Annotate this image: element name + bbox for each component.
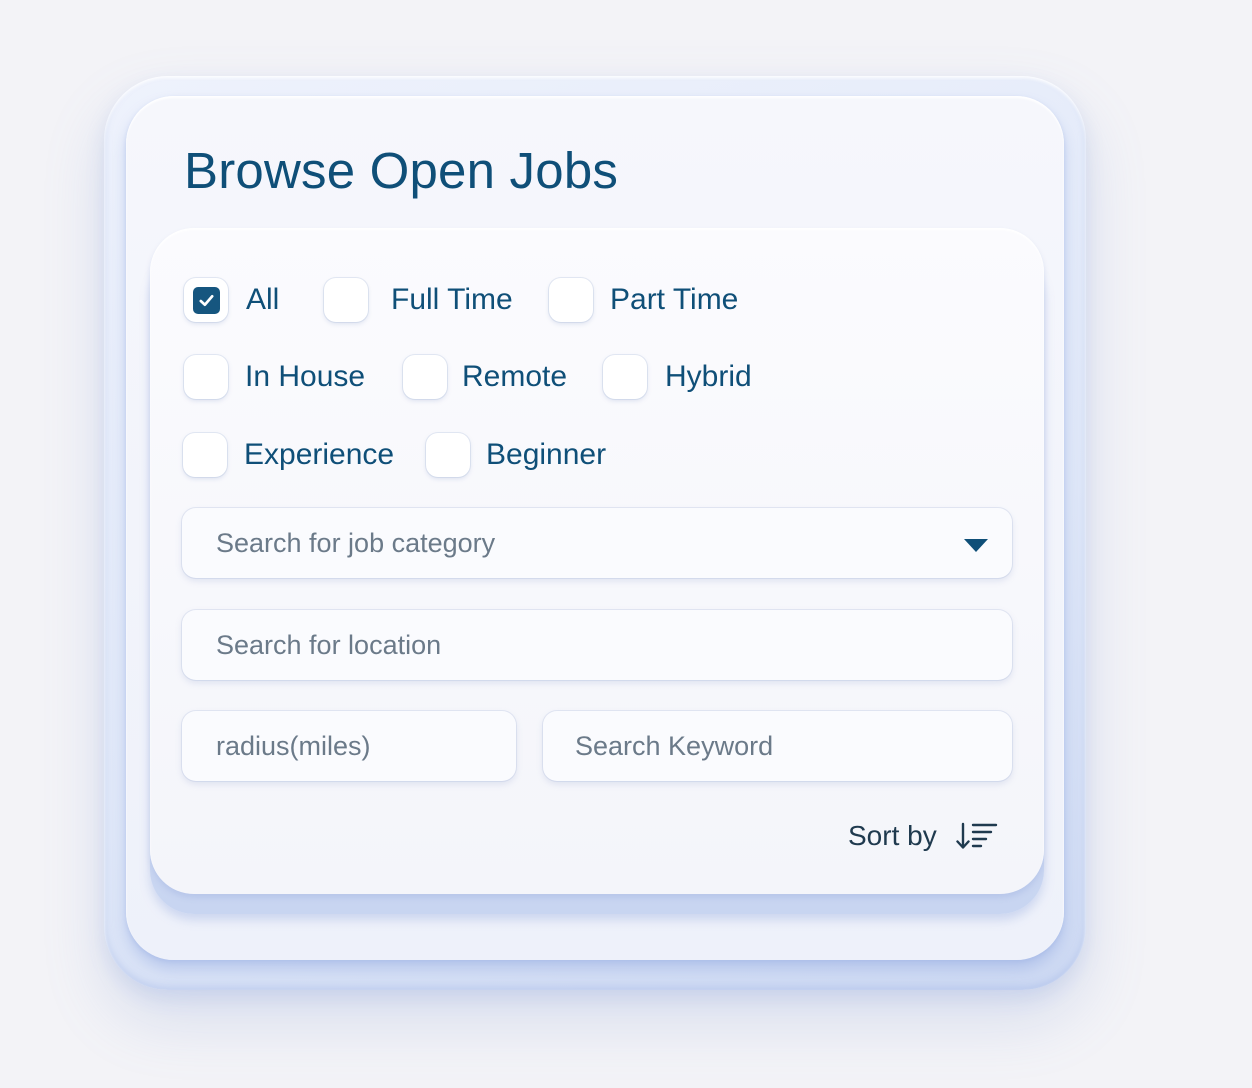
checkbox-hybrid[interactable] (603, 355, 647, 399)
radius-placeholder: radius(miles) (216, 731, 371, 761)
filter-label-part-time: Part Time (610, 283, 739, 316)
sort-by-label: Sort by (848, 820, 937, 851)
checkbox-checked-indicator (192, 286, 220, 314)
sort-by-button[interactable]: Sort by (848, 814, 1008, 858)
filter-option-part-time[interactable]: Part Time (549, 278, 749, 326)
filter-label-full-time: Full Time (391, 283, 513, 316)
filter-option-experience[interactable]: Experience (183, 433, 403, 481)
page-title: Browse Open Jobs (184, 142, 619, 199)
filter-option-hybrid[interactable]: Hybrid (603, 355, 763, 403)
location-input[interactable]: Search for location (182, 610, 1012, 680)
job-category-dropdown[interactable]: Search for job category (182, 508, 1012, 578)
checkbox-part-time[interactable] (549, 278, 593, 322)
checkmark-icon (198, 294, 214, 306)
filter-label-hybrid: Hybrid (665, 360, 752, 393)
filter-label-all: All (246, 283, 280, 316)
filter-option-full-time[interactable]: Full Time (324, 278, 524, 326)
location-placeholder: Search for location (216, 630, 442, 660)
checkbox-experience[interactable] (183, 433, 227, 477)
keyword-input[interactable]: Search Keyword (543, 711, 1012, 781)
checkbox-in-house[interactable] (184, 355, 228, 399)
checkbox-full-time[interactable] (324, 278, 368, 322)
job-category-placeholder: Search for job category (216, 528, 496, 558)
filter-label-in-house: In House (245, 360, 366, 393)
filter-option-in-house[interactable]: In House (184, 355, 374, 403)
filter-label-experience: Experience (244, 438, 395, 471)
filter-label-remote: Remote (462, 360, 568, 393)
checkbox-beginner[interactable] (426, 433, 470, 477)
filter-option-all[interactable]: All (184, 278, 294, 326)
filter-option-remote[interactable]: Remote (403, 355, 578, 403)
checkbox-remote[interactable] (403, 355, 447, 399)
filter-option-beginner[interactable]: Beginner (426, 433, 616, 481)
checkbox-all[interactable] (184, 278, 228, 322)
radius-input[interactable]: radius(miles) (182, 711, 516, 781)
triangle-down-icon[interactable] (964, 539, 988, 552)
keyword-placeholder: Search Keyword (575, 731, 774, 761)
filter-label-beginner: Beginner (486, 438, 607, 471)
sort-descending-icon (956, 822, 998, 849)
